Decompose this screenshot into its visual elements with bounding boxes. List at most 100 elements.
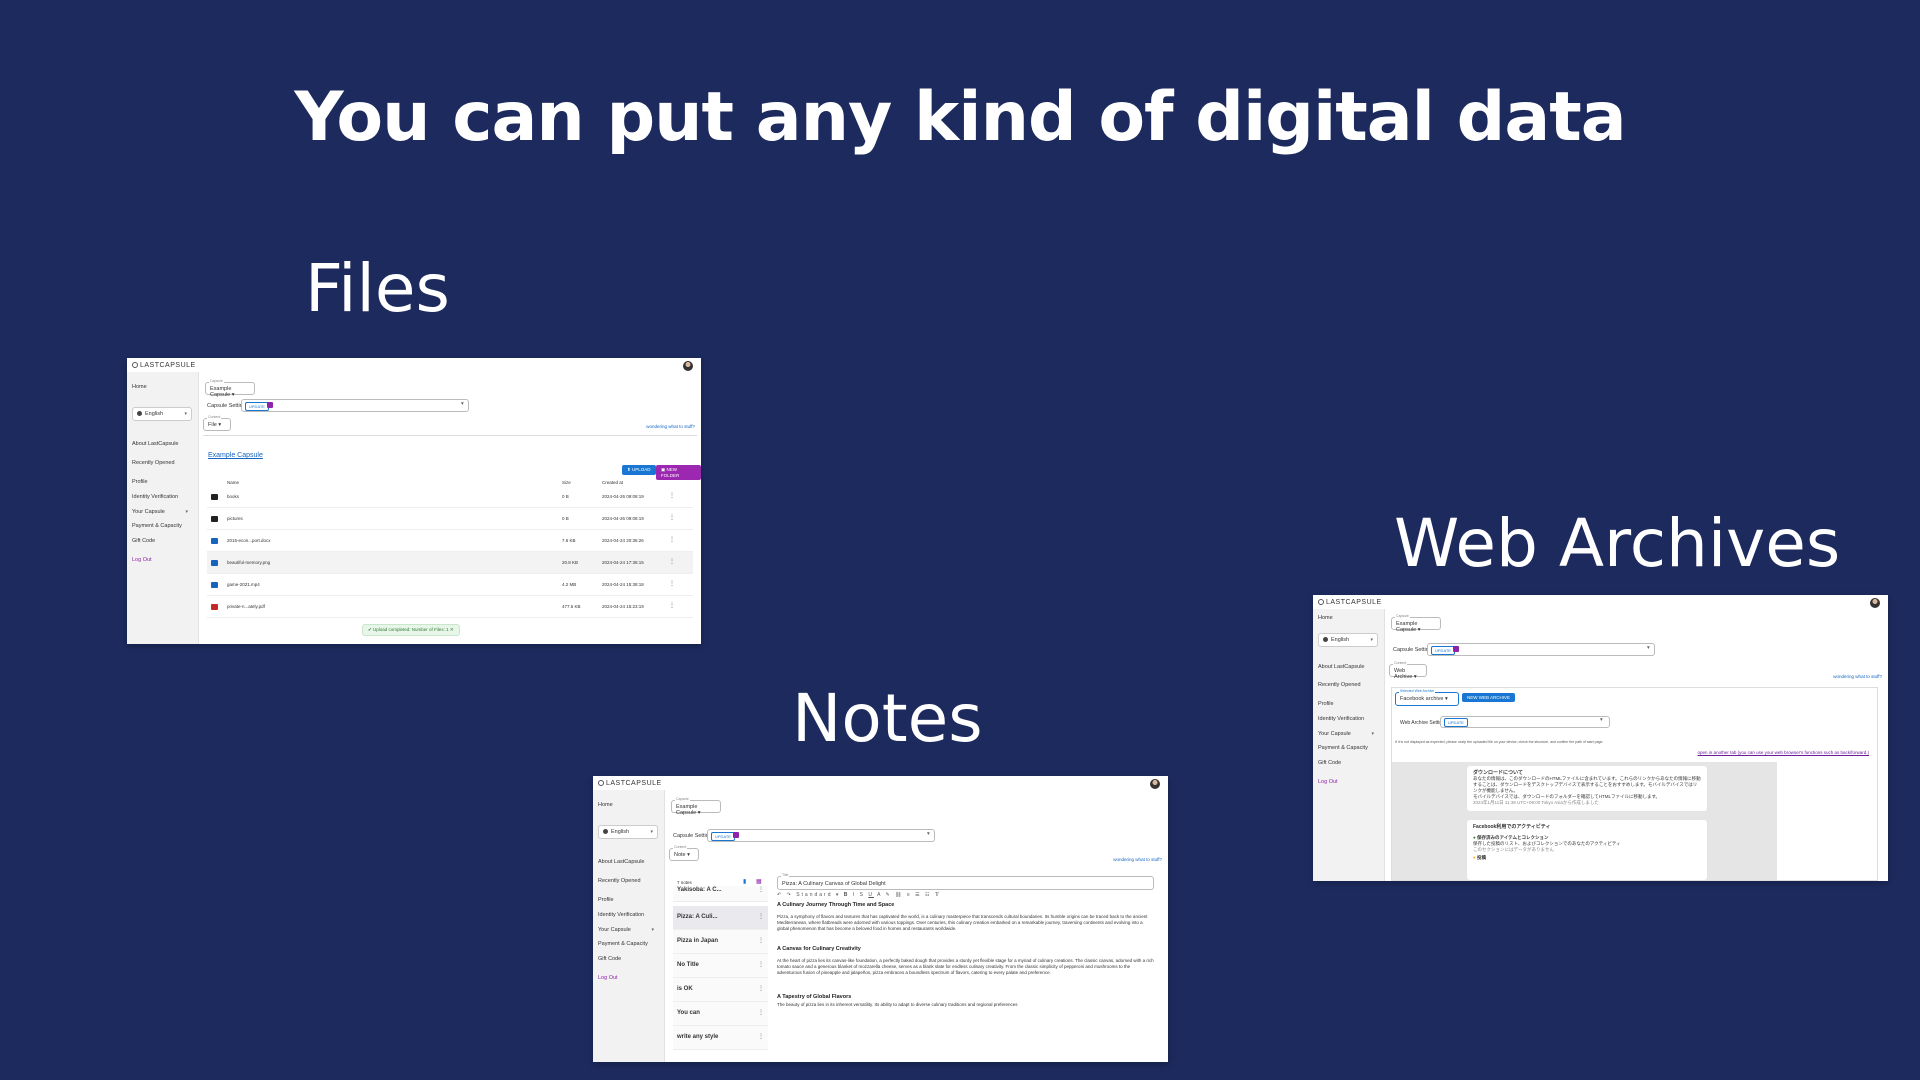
note-paragraph[interactable]: The beauty of pizza lies in its inherent… [777,1002,1154,1008]
sidebar-item-your-capsule[interactable]: Your Capsule ▾ [132,509,192,515]
sidebar-item-logout[interactable]: Log Out [1318,779,1338,785]
list-icon: ☰ [915,892,922,898]
more-icon[interactable]: ⋮ [669,514,675,521]
content-select[interactable]: Content File ▾ [203,415,231,431]
wondering-link[interactable]: wondering what to stuff? [646,424,695,429]
link-icon: ⛓ [895,892,904,898]
sidebar-item-profile[interactable]: Profile [132,479,148,485]
sidebar-item-logout[interactable]: Log Out [132,557,152,563]
chevron-down-icon[interactable]: ▾ [1600,717,1603,723]
list-item[interactable]: is OK ⋮ [673,978,768,1002]
grid-icon[interactable] [733,832,739,838]
more-icon[interactable]: ⋮ [669,492,675,499]
avatar[interactable] [1870,598,1880,608]
grid-icon[interactable] [1453,646,1459,652]
note-paragraph[interactable]: Pizza, a symphony of flavors and texture… [777,914,1154,932]
sidebar-item-home[interactable]: Home [1318,615,1333,621]
sidebar-item-payment[interactable]: Payment & Capacity [132,523,182,529]
sidebar-item-payment[interactable]: Payment & Capacity [598,941,648,947]
upload-button[interactable]: ⬆ UPLOAD [622,465,656,475]
list-item[interactable]: You can ⋮ [673,1002,768,1026]
image-icon [211,560,218,566]
more-icon[interactable]: ⋮ [669,580,675,587]
italic-icon: I [852,892,857,898]
new-web-archive-button[interactable]: NEW WEB ARCHIVE [1462,693,1516,702]
sidebar-item-about[interactable]: About LastCapsule [598,859,644,865]
capsule-select[interactable]: Capsule Example Capsule ▾ [1391,614,1441,633]
list-item[interactable]: write any style ⋮ [673,1026,768,1050]
table-row[interactable]: books 0 B 2024-04-26 09:08:19 ⋮ [207,486,693,508]
folder-link[interactable]: Example Capsule [208,452,263,459]
sidebar-item-about[interactable]: About LastCapsule [1318,664,1364,670]
capsule-select[interactable]: Capsule Example Capsule ▾ [205,379,255,398]
clear-format-icon: T̸ [934,892,940,898]
avatar[interactable] [683,361,693,371]
chevron-down-icon[interactable]: ▾ [1647,645,1650,651]
table-row[interactable]: 2015-econ...port.docx 7.6 KB 2024-04-24 20… [207,530,693,552]
avatar[interactable] [1150,779,1160,789]
language-select[interactable]: English ▾ [1318,633,1378,647]
editor-toolbar[interactable]: ↶ ↷ Standard ▾ B I S U A ✎ ⛓ ≡ ☰ ☷ T̸ [777,892,1154,900]
note-title-input[interactable]: Title Pizza: A Culinary Canvas of Global … [777,873,1154,890]
content-select[interactable]: Content Note ▾ [669,845,699,861]
sidebar-item-about[interactable]: About LastCapsule [132,441,178,447]
sidebar-item-logout[interactable]: Log Out [598,975,618,981]
web-archive-panel: Selected Web Archive Facebook archive ▾ N… [1391,687,1878,881]
list-item[interactable]: Pizza in Japan ⋮ [673,930,768,954]
column-header-name[interactable]: Name [227,480,239,485]
sidebar-item-recent[interactable]: Recently Opened [598,878,641,884]
chevron-down-icon[interactable]: ▾ [927,831,930,837]
open-in-another-tab-link[interactable]: open in another tab (you can use your we… [1698,750,1869,755]
list-item[interactable]: No Title ⋮ [673,954,768,978]
add-note-icon[interactable]: ▮ [743,878,746,885]
grid-icon[interactable]: ▦ [756,878,762,885]
archive-card-download: ダウンロードについて あなたの情報は、このダウンロードのHTMLファイルに含まれ… [1467,766,1707,811]
column-header-size[interactable]: Size [562,480,571,485]
sidebar-item-gift[interactable]: Gift Code [132,538,155,544]
sidebar-item-gift[interactable]: Gift Code [598,956,621,962]
more-icon[interactable]: ⋮ [669,602,675,609]
note-heading: A Culinary Journey Through Time and Spac… [777,902,895,908]
sidebar-item-gift[interactable]: Gift Code [1318,760,1341,766]
sidebar-item-identity[interactable]: Identity Verification [598,912,644,918]
sidebar-item-profile[interactable]: Profile [1318,701,1334,707]
more-icon[interactable]: ⋮ [669,536,675,543]
language-select[interactable]: English ▾ [598,825,658,839]
grid-icon[interactable] [267,402,273,408]
wondering-link[interactable]: wondering what to stuff? [1113,857,1162,862]
capsule-select[interactable]: Capsule Example Capsule ▾ [671,797,721,816]
close-icon[interactable]: ✕ [450,627,454,632]
web-archive-select[interactable]: Selected Web Archive Facebook archive ▾ [1395,689,1459,706]
update-button[interactable]: UPDATE [1431,646,1455,655]
sidebar-item-profile[interactable]: Profile [598,897,614,903]
update-button[interactable]: UPDATE [245,402,269,411]
new-folder-button[interactable]: ▣ NEW FOLDER [656,465,701,480]
sidebar-item-recent[interactable]: Recently Opened [1318,682,1361,688]
sidebar-item-identity[interactable]: Identity Verification [132,494,178,500]
sidebar-item-your-capsule[interactable]: Your Capsule ▾ [598,927,658,933]
update-button[interactable]: UPDATE [1444,718,1468,727]
table-row[interactable]: private-n...ately.pdf 477.5 KB 2024-04-24 … [207,596,693,618]
sidebar: Home English ▾ About LastCapsule Recently… [593,790,665,1062]
sidebar-item-home[interactable]: Home [598,802,613,808]
archive-viewer[interactable]: ダウンロードについて あなたの情報は、このダウンロードのHTMLファイルに含まれ… [1392,762,1777,880]
language-select[interactable]: English ▾ [132,407,192,421]
sidebar-item-home[interactable]: Home [132,384,147,390]
sidebar-item-recent[interactable]: Recently Opened [132,460,175,466]
more-icon[interactable]: ⋮ [669,558,675,565]
column-header-created[interactable]: Created at [602,480,623,485]
list-item[interactable]: Yakisoba: A C... ⋮ [673,886,768,902]
sidebar-item-your-capsule[interactable]: Your Capsule ▾ [1318,731,1378,737]
table-row[interactable]: beautiful-memory.png 20.8 KB 2024-04-24 17… [207,552,693,574]
content-select[interactable]: Content Web Archive ▾ [1389,661,1427,680]
chevron-down-icon[interactable]: ▾ [461,401,464,407]
files-screenshot: LASTCAPSULE Home English ▾ About LastCaps… [127,358,701,644]
sidebar-item-identity[interactable]: Identity Verification [1318,716,1364,722]
update-button[interactable]: UPDATE [711,832,735,841]
note-paragraph[interactable]: At the heart of pizza lies its canvas-li… [777,958,1154,976]
sidebar-item-payment[interactable]: Payment & Capacity [1318,745,1368,751]
table-row[interactable]: pictures 0 B 2024-04-26 09:08:19 ⋮ [207,508,693,530]
wondering-link[interactable]: wondering what to stuff? [1833,674,1882,679]
table-row[interactable]: game-2021.mp4 4.2 MB 2024-04-24 15:38:18 ⋮ [207,574,693,596]
list-item[interactable]: Pizza: A Culi... ⋮ [673,906,768,930]
